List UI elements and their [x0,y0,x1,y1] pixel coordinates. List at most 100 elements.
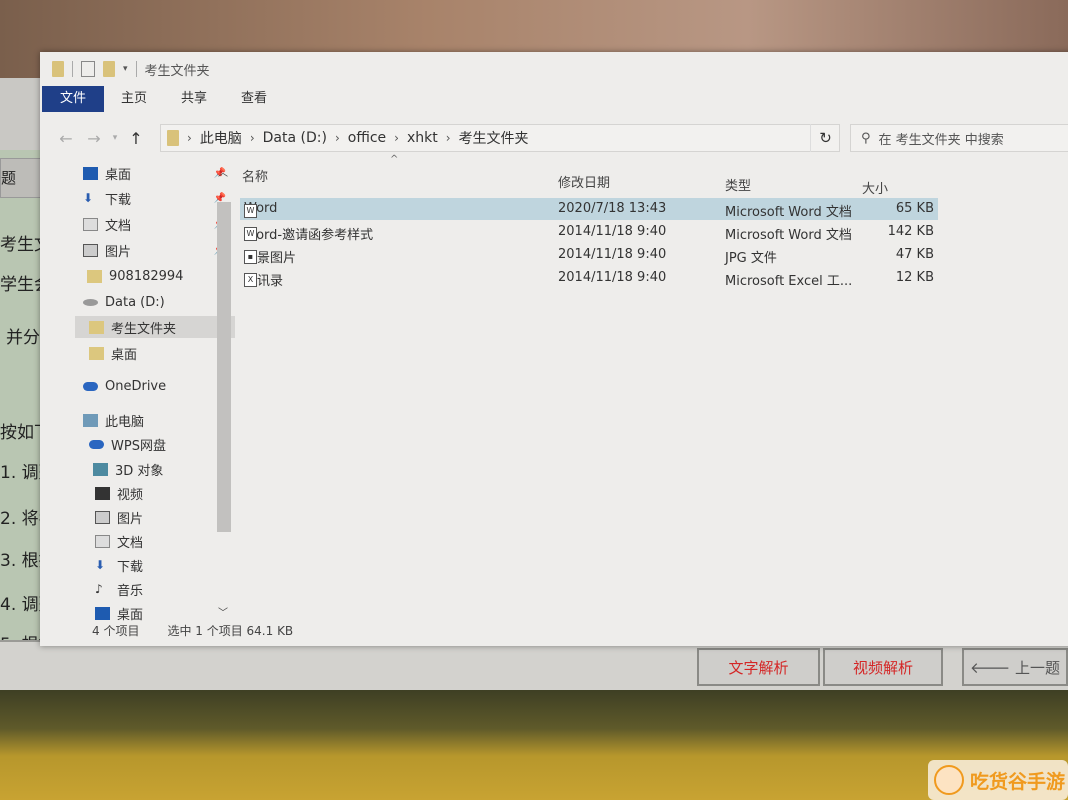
folder-icon [89,320,104,334]
column-header-name[interactable]: 名称 [242,166,268,185]
file-type: JPG 文件 [725,251,777,266]
refresh-button[interactable]: ↻ [810,124,840,152]
search-placeholder: 在 考生文件夹 中搜索 [878,132,1004,148]
tab-share[interactable]: 共享 [164,86,224,112]
recent-dropdown-icon[interactable]: ▾ [108,133,122,143]
nav-item[interactable]: 908182994 [75,265,235,287]
nav-item[interactable]: 图片📌 [75,239,235,261]
refresh-icon: ↻ [819,129,832,147]
item-count: 4 个项目 [92,624,140,638]
word-file-icon: W [244,227,257,241]
nav-item[interactable]: WPS网盘 [75,433,235,455]
text-analysis-button[interactable]: 文字解析 [697,648,820,686]
scrollbar-thumb[interactable] [217,202,231,532]
folder-icon [87,269,102,283]
file-type: Microsoft Word 文档 [725,205,852,220]
nav-scrollbar[interactable]: ︿ ﹀ [215,162,233,622]
breadcrumb[interactable]: Data (D:) [263,130,327,146]
nav-item[interactable]: 考生文件夹 [75,316,235,338]
file-explorer-window: ▾ 考生文件夹 文件 主页 共享 查看 ← → ▾ ↑ › 此电脑 › Data… [40,52,1068,646]
nav-item-label: 视频 [117,487,144,503]
up-icon[interactable]: ↑ [122,129,150,148]
nav-item[interactable]: 图片 [75,506,235,528]
chevron-right-icon: › [187,131,192,145]
previous-question-button[interactable]: 🡐 上一题 [962,648,1068,686]
background-wallpaper-bottom [0,690,1068,800]
drive-icon [83,298,98,306]
file-name: Word-邀请函参考样式 [244,228,374,243]
nav-item[interactable]: 文档📌 [75,213,235,235]
nav-item-label: Data (D:) [105,294,165,310]
back-icon[interactable]: ← [52,129,80,148]
file-size: 65 KB [895,201,934,216]
folder-icon [167,130,179,146]
music-icon: ♪ [95,581,103,596]
folder-icon [52,61,64,77]
nav-item[interactable]: 桌面 [75,602,235,622]
scroll-down-icon[interactable]: ﹀ [218,604,228,619]
properties-icon[interactable] [81,61,95,77]
sort-ascending-icon: ^ [390,154,399,165]
nav-item[interactable]: 3D 对象 [75,458,235,480]
nav-item[interactable]: 文档 [75,530,235,552]
video-analysis-button[interactable]: 视频解析 [823,648,943,686]
nav-item[interactable]: 视频 [75,482,235,504]
file-name-cell: W Word-邀请函参考样式 [244,224,373,243]
nav-item-label: 桌面 [105,167,132,183]
3d-objects-icon [93,462,108,476]
file-row[interactable]: ▪ 背景图片 2014/11/18 9:40 JPG 文件 47 KB [240,244,938,266]
chevron-right-icon: › [445,131,451,145]
mascot-icon [934,765,964,795]
document-icon [83,217,98,231]
nav-item[interactable]: 此电脑 [75,409,235,431]
desktop-icon [95,606,110,620]
nav-item[interactable]: ⬇ 下载 [75,554,235,576]
window-title: 考生文件夹 [144,63,210,79]
nav-item-label: 此电脑 [105,414,145,430]
column-header-type[interactable]: 类型 [725,175,751,194]
scroll-up-icon[interactable]: ︿ [218,164,228,179]
status-bar: 4 个项目 选中 1 个项目 64.1 KB [92,622,293,639]
file-list: 名称 ^ 修改日期 类型 大小 W Word 2020/7/18 13:43 Micr… [235,154,1045,622]
tab-file[interactable]: 文件 [42,86,104,112]
file-size: 142 KB [887,224,934,239]
column-header-size[interactable]: 大小 [862,178,888,197]
nav-item[interactable]: 桌面 [75,342,235,364]
file-type: Microsoft Word 文档 [725,228,852,243]
file-row[interactable]: W Word-邀请函参考样式 2014/11/18 9:40 Microsoft Wo… [240,221,938,243]
nav-item[interactable]: 桌面 📌 [75,162,235,184]
nav-item[interactable]: ⬇ 下载 📌 [75,187,235,209]
nav-item-label: 文档 [117,535,144,551]
nav-item[interactable]: ♪ 音乐 [75,578,235,600]
nav-item[interactable]: OneDrive [75,375,235,397]
pictures-icon [83,243,98,257]
divider [72,61,73,77]
nav-item-label: 图片 [105,244,132,260]
download-icon: ⬇ [95,557,106,572]
folder-icon [89,346,104,360]
computer-icon [83,413,98,427]
tab-view[interactable]: 查看 [224,86,284,112]
title-bar: ▾ 考生文件夹 [40,52,1068,86]
breadcrumb[interactable]: 考生文件夹 [459,128,529,148]
nav-item-label: OneDrive [105,378,167,394]
tab-home[interactable]: 主页 [104,86,164,112]
column-header-date[interactable]: 修改日期 [558,172,610,191]
forward-icon[interactable]: → [80,129,108,148]
chevron-down-icon[interactable]: ▾ [123,64,128,74]
breadcrumb[interactable]: office [348,130,386,146]
breadcrumb[interactable]: xhkt [407,130,438,146]
new-folder-icon[interactable] [103,61,115,77]
address-bar[interactable]: › 此电脑 › Data (D:) › office › xhkt › 考生文件… [160,124,911,152]
search-input[interactable]: ⚲ 在 考生文件夹 中搜索 [850,124,1068,152]
chevron-right-icon: › [249,131,255,145]
file-row[interactable]: W Word 2020/7/18 13:43 Microsoft Word 文档 65 … [240,198,938,220]
exam-toolbar: 文字解析 视频解析 🡐 上一题 [0,640,1068,695]
exam-tab[interactable]: 题 [0,158,44,198]
breadcrumb[interactable]: 此电脑 [200,128,242,148]
nav-item-label: 下载 [105,192,132,208]
nav-item[interactable]: Data (D:) [75,291,235,313]
cloud-icon [83,381,98,391]
nav-item-label: 908182994 [109,268,184,284]
file-row[interactable]: X 通讯录 2014/11/18 9:40 Microsoft Excel 工... 1… [240,267,938,289]
